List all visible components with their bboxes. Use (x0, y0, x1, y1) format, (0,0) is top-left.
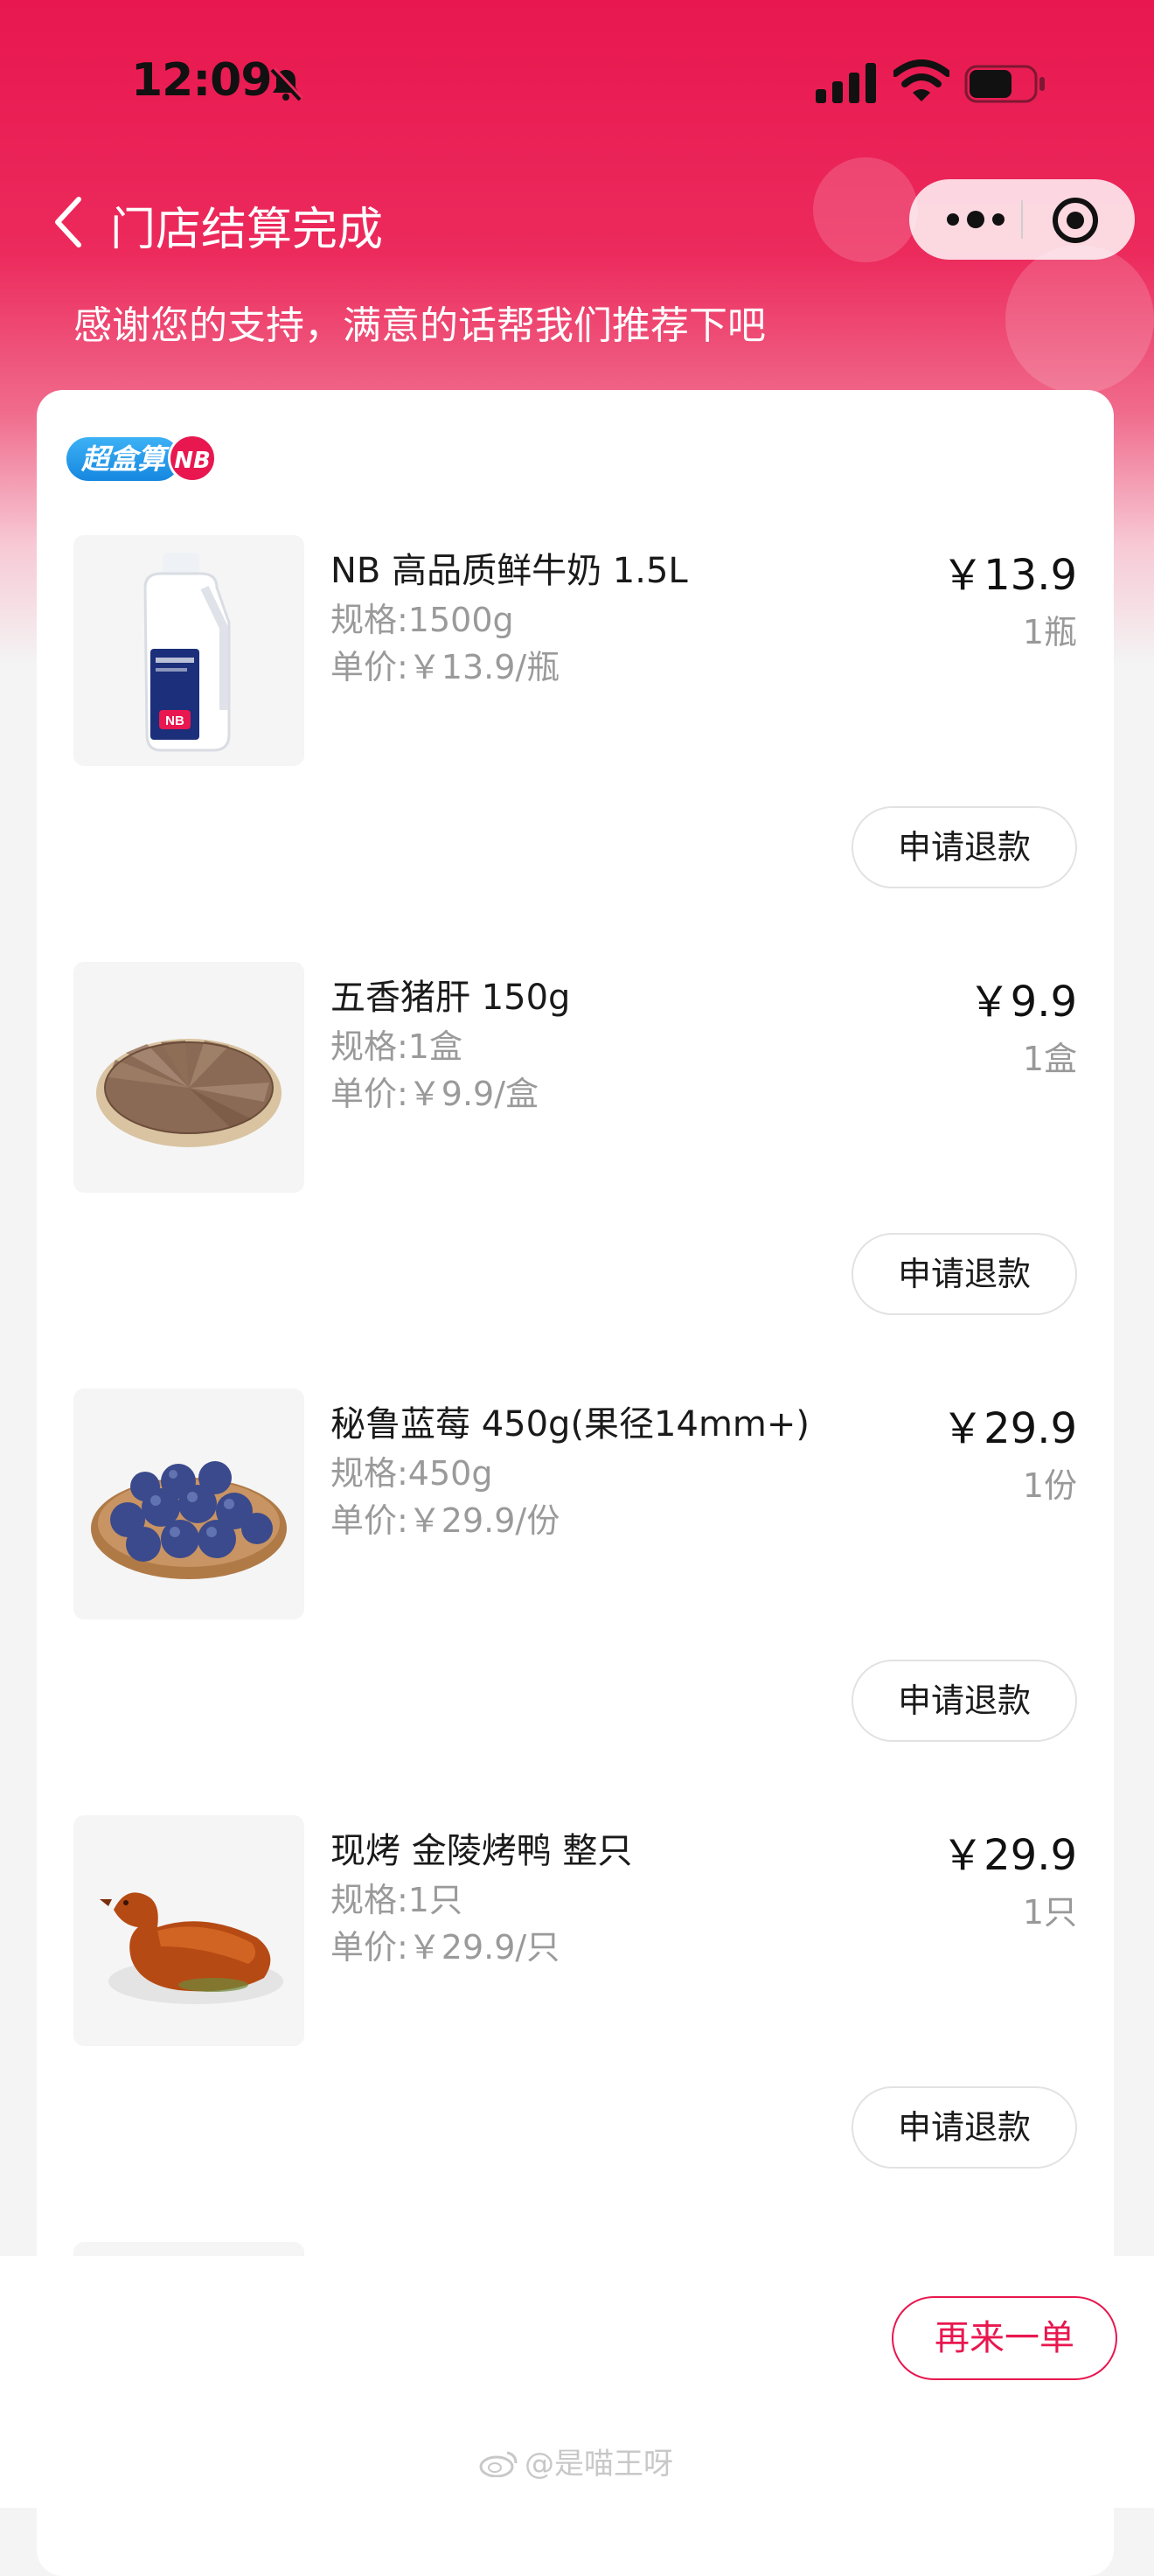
order-item: 现烤 金陵烤鸭 整只 规格:1只 单价:￥29.9/只 ￥29.9 1只 申请退… (37, 1815, 1114, 2242)
more-dots-icon[interactable] (941, 197, 1011, 242)
product-name: 现烤 金陵烤鸭 整只 (330, 1831, 633, 1871)
product-image-blueberries[interactable] (73, 1389, 304, 1619)
status-time: 12:09 (131, 54, 273, 107)
decor-bubble (1005, 245, 1154, 393)
product-unit-price: 单价:￥29.9/份 (330, 1501, 560, 1540)
brand-logo-text: 超盒算 (66, 437, 180, 481)
capsule-divider (1021, 200, 1023, 239)
bottom-action-bar: 再来一单 @是喵王呀 (0, 2256, 1154, 2508)
order-item: 秘鲁蓝莓 450g(果径14mm+) 规格:450g 单价:￥29.9/份 ￥2… (37, 1389, 1114, 1815)
product-image-pork-liver[interactable] (73, 962, 304, 1193)
product-price: ￥29.9 (942, 1404, 1077, 1453)
product-quantity: 1份 (1022, 1466, 1077, 1505)
bell-slash-icon (270, 66, 304, 101)
watermark: @是喵王呀 (479, 2440, 673, 2482)
product-quantity: 1只 (1022, 1893, 1077, 1932)
reorder-button[interactable]: 再来一单 (892, 2296, 1117, 2380)
weibo-icon (479, 2451, 518, 2477)
product-quantity: 1瓶 (1022, 613, 1077, 651)
refund-button[interactable]: 申请退款 (852, 1233, 1077, 1315)
order-item: 五香猪肝 150g 规格:1盒 单价:￥9.9/盒 ￥9.9 1盒 申请退款 (37, 962, 1114, 1389)
mini-program-capsule (909, 179, 1135, 260)
order-card: 超盒算 NB NB NB 高品质鲜牛奶 1.5L 规格:1500g 单价:￥13… (37, 390, 1114, 2576)
milk-bottle-icon: NB (143, 553, 231, 752)
blueberries-icon (91, 1461, 287, 1579)
store-brand-logo: 超盒算 NB (66, 434, 224, 483)
product-quantity: 1盒 (1022, 1040, 1077, 1078)
refund-button[interactable]: 申请退款 (852, 806, 1077, 888)
battery-icon (964, 65, 1045, 103)
product-spec: 规格:1盒 (330, 1027, 462, 1066)
product-name: 秘鲁蓝莓 450g(果径14mm+) (330, 1404, 810, 1445)
product-name: 五香猪肝 150g (330, 978, 571, 1018)
sliced-pork-liver-icon (96, 1039, 282, 1147)
target-circle-icon[interactable] (1051, 196, 1100, 245)
product-image-roast-duck[interactable] (73, 1815, 304, 2046)
product-unit-price: 单价:￥29.9/只 (330, 1928, 560, 1967)
product-spec: 规格:1只 (330, 1881, 462, 1919)
product-price: ￥29.9 (942, 1831, 1077, 1880)
roast-duck-icon (100, 1892, 283, 2004)
product-image-milk[interactable]: NB (73, 535, 304, 766)
page-title: 门店结算完成 (110, 204, 384, 256)
product-price: ￥13.9 (942, 551, 1077, 600)
product-unit-price: 单价:￥9.9/盒 (330, 1075, 539, 1113)
brand-badge: NB (168, 434, 217, 483)
watermark-text: @是喵王呀 (525, 2447, 673, 2482)
thanks-message: 感谢您的支持，满意的话帮我们推荐下吧 (73, 303, 766, 348)
product-price: ￥9.9 (968, 978, 1077, 1027)
status-bar: 12:09 (0, 54, 1154, 115)
refund-button[interactable]: 申请退款 (852, 1660, 1077, 1742)
chevron-left-icon[interactable] (51, 196, 86, 248)
product-spec: 规格:450g (330, 1454, 493, 1493)
product-name: NB 高品质鲜牛奶 1.5L (330, 551, 688, 591)
product-spec: 规格:1500g (330, 601, 514, 639)
order-item: NB NB 高品质鲜牛奶 1.5L 规格:1500g 单价:￥13.9/瓶 ￥1… (37, 535, 1114, 962)
svg-text:NB: NB (165, 714, 184, 728)
product-unit-price: 单价:￥13.9/瓶 (330, 648, 560, 686)
refund-button[interactable]: 申请退款 (852, 2086, 1077, 2169)
wifi-icon (893, 59, 949, 101)
cellular-signal-icon (816, 63, 876, 103)
